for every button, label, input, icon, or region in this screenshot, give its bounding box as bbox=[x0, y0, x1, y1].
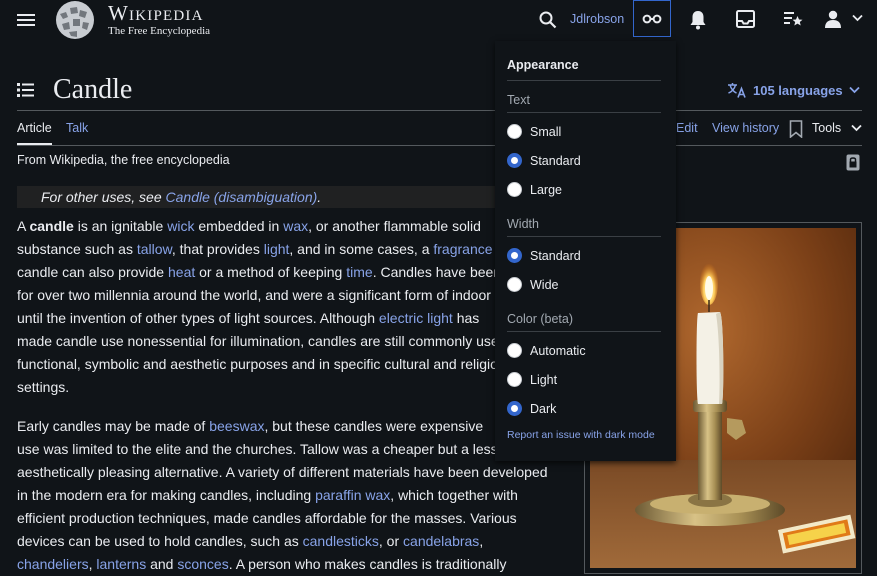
watch-star-icon[interactable] bbox=[789, 120, 803, 138]
tabs-divider-right bbox=[676, 145, 862, 146]
wordmark-title: Wikipedia bbox=[108, 1, 204, 25]
chevron-down-icon bbox=[851, 124, 862, 132]
hatnote-disambiguation-link[interactable]: Candle (disambiguation) bbox=[166, 189, 318, 205]
radio-color-dark[interactable]: Dark bbox=[507, 401, 556, 416]
radio-circle bbox=[507, 372, 522, 387]
appearance-menu: Appearance Text Small Standard Large Wid… bbox=[495, 41, 676, 461]
username-link[interactable]: Jdlrobson bbox=[570, 12, 624, 26]
notices-tray-icon[interactable] bbox=[736, 10, 755, 28]
main-menu-icon[interactable] bbox=[17, 11, 35, 29]
radio-circle-selected bbox=[507, 248, 522, 263]
radio-width-standard[interactable]: Standard bbox=[507, 248, 581, 263]
link-beeswax[interactable]: beeswax bbox=[209, 418, 264, 434]
radio-color-automatic[interactable]: Automatic bbox=[507, 343, 586, 358]
link-fragrance[interactable]: fragrance bbox=[433, 241, 492, 257]
text-line: until the invention of other types of li… bbox=[17, 310, 480, 326]
translate-icon bbox=[728, 83, 746, 98]
tools-menu-button[interactable]: Tools bbox=[812, 121, 862, 135]
text-line: A candle is an ignitable wick embedded i… bbox=[17, 218, 481, 234]
menu-divider bbox=[507, 112, 661, 113]
radio-circle bbox=[507, 124, 522, 139]
wordmark[interactable]: Wikipedia The Free Encyclopedia bbox=[108, 2, 210, 37]
link-chandeliers[interactable]: chandeliers bbox=[17, 556, 89, 572]
radio-circle bbox=[507, 182, 522, 197]
text-line: settings. bbox=[17, 379, 70, 395]
text-line: use was limited to the elite and the chu… bbox=[17, 441, 498, 457]
notifications-bell-icon[interactable] bbox=[689, 10, 707, 30]
text-line: Early candles may be made of beeswax, bu… bbox=[17, 418, 484, 434]
title-divider bbox=[17, 110, 502, 111]
text-line: functional, symbolic and aesthetic purpo… bbox=[17, 356, 502, 372]
radio-color-light[interactable]: Light bbox=[507, 372, 557, 387]
hatnote: For other uses, see Candle (disambiguati… bbox=[17, 186, 502, 208]
radio-text-small[interactable]: Small bbox=[507, 124, 561, 139]
menu-divider bbox=[507, 80, 661, 81]
hatnote-text: For other uses, see bbox=[41, 189, 166, 205]
paragraph-2: Early candles may be made of beeswax, bu… bbox=[17, 415, 572, 576]
user-avatar-icon[interactable] bbox=[824, 10, 842, 28]
tab-view-history[interactable]: View history bbox=[712, 121, 779, 135]
languages-button[interactable]: 105 languages bbox=[727, 82, 860, 98]
user-menu-chevron-down-icon[interactable] bbox=[852, 14, 863, 22]
color-section-label: Color (beta) bbox=[507, 312, 573, 326]
radio-text-standard[interactable]: Standard bbox=[507, 153, 581, 168]
link-tallow[interactable]: tallow bbox=[137, 241, 172, 257]
radio-circle bbox=[507, 277, 522, 292]
radio-text-large[interactable]: Large bbox=[507, 182, 562, 197]
tabs-divider bbox=[17, 145, 502, 146]
link-light[interactable]: light bbox=[264, 241, 290, 257]
width-section-label: Width bbox=[507, 217, 539, 231]
text-section-label: Text bbox=[507, 93, 530, 107]
text-line: for over two millennia around the world,… bbox=[17, 287, 491, 303]
page-title: Candle bbox=[53, 74, 133, 105]
watchlist-icon[interactable] bbox=[783, 10, 803, 28]
text-line: candle can also provide heat or a method… bbox=[17, 264, 502, 280]
text-line: made candle use nonessential for illumin… bbox=[17, 333, 502, 349]
languages-label: 105 languages bbox=[753, 82, 843, 98]
radio-circle bbox=[507, 343, 522, 358]
tab-talk[interactable]: Talk bbox=[66, 121, 88, 135]
link-wick[interactable]: wick bbox=[167, 218, 194, 234]
wordmark-tagline: The Free Encyclopedia bbox=[108, 25, 211, 37]
text-line: devices can be used to hold candles, suc… bbox=[17, 533, 484, 549]
languages-divider bbox=[676, 110, 862, 111]
text-line: substance such as tallow, that provides … bbox=[17, 241, 493, 257]
hatnote-suffix: . bbox=[317, 189, 322, 205]
link-lanterns[interactable]: lanterns bbox=[96, 556, 146, 572]
radio-width-wide[interactable]: Wide bbox=[507, 277, 558, 292]
link-time[interactable]: time bbox=[346, 264, 372, 280]
appearance-button[interactable] bbox=[633, 0, 671, 37]
appearance-menu-title: Appearance bbox=[507, 58, 579, 72]
radio-circle-selected bbox=[507, 153, 522, 168]
report-dark-mode-issue-link[interactable]: Report an issue with dark mode bbox=[507, 429, 655, 441]
glasses-icon bbox=[642, 14, 662, 23]
paragraph-1: A candle is an ignitable wick embedded i… bbox=[17, 215, 502, 399]
chevron-down-icon bbox=[848, 86, 860, 94]
link-candlesticks[interactable]: candlesticks bbox=[303, 533, 379, 549]
text-line: in the modern era for making candles, in… bbox=[17, 487, 518, 503]
tab-edit[interactable]: Edit bbox=[676, 121, 698, 135]
menu-divider bbox=[507, 236, 661, 237]
text-line: efficient production techniques, made ca… bbox=[17, 510, 517, 526]
protection-lock-icon[interactable] bbox=[846, 154, 860, 171]
radio-circle-selected bbox=[507, 401, 522, 416]
link-candelabras[interactable]: candelabras bbox=[403, 533, 479, 549]
text-line: chandeliers, lanterns and sconces. A per… bbox=[17, 556, 507, 572]
text-line: aesthetically pleasing alternative. A va… bbox=[17, 464, 548, 480]
table-of-contents-icon[interactable] bbox=[17, 83, 34, 97]
tab-article[interactable]: Article bbox=[17, 121, 52, 135]
site-tagline: From Wikipedia, the free encyclopedia bbox=[17, 153, 230, 167]
tools-label: Tools bbox=[812, 121, 842, 135]
link-heat[interactable]: heat bbox=[168, 264, 195, 280]
link-paraffin-wax[interactable]: paraffin wax bbox=[315, 487, 390, 503]
link-electric-light[interactable]: electric light bbox=[379, 310, 453, 326]
wikipedia-globe-logo[interactable] bbox=[52, 0, 98, 40]
menu-divider bbox=[507, 331, 661, 332]
search-icon[interactable] bbox=[539, 11, 557, 29]
link-wax[interactable]: wax bbox=[283, 218, 308, 234]
link-sconces[interactable]: sconces bbox=[177, 556, 228, 572]
